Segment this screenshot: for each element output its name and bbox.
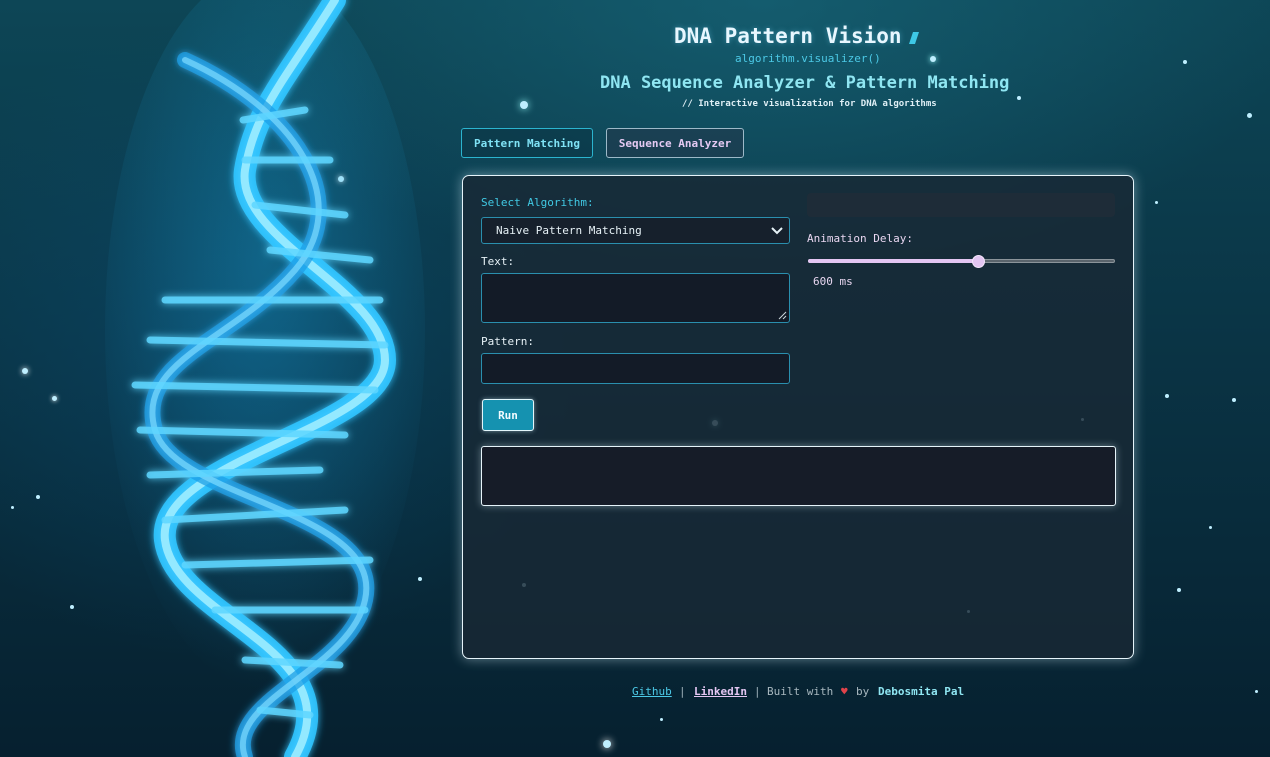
pattern-label: Pattern: xyxy=(481,335,534,348)
status-bar xyxy=(807,193,1115,217)
output-display xyxy=(481,446,1116,506)
animation-delay-label: Animation Delay: xyxy=(807,232,913,245)
slash-mark-icon xyxy=(909,32,919,44)
resize-grip-icon[interactable] xyxy=(778,311,787,320)
built-with-text: Built with xyxy=(767,685,834,698)
tab-pattern-matching[interactable]: Pattern Matching xyxy=(461,128,593,158)
heart-icon: ♥ xyxy=(841,685,848,698)
slider-fill xyxy=(808,259,977,263)
author-name: Debosmita Pal xyxy=(878,685,965,698)
text-label: Text: xyxy=(481,255,515,268)
subtitle-code: algorithm.visualizer() xyxy=(735,52,881,65)
tagline: // Interactive visualization for DNA alg… xyxy=(682,99,937,109)
algorithm-label: Select Algorithm: xyxy=(481,196,594,209)
text-input[interactable] xyxy=(481,273,790,323)
dna-helix-illustration xyxy=(105,0,425,757)
run-button[interactable]: Run xyxy=(482,399,534,431)
animation-delay-value: 600 ms xyxy=(813,275,853,288)
footer: Github | LinkedIn | Built with ♥ by Debo… xyxy=(0,685,1270,701)
slider-thumb[interactable] xyxy=(971,255,985,268)
footer-separator: | xyxy=(754,685,761,698)
main-heading: DNA Sequence Analyzer & Pattern Matching xyxy=(600,73,1010,93)
footer-separator: | xyxy=(679,685,686,698)
tab-sequence-analyzer[interactable]: Sequence Analyzer xyxy=(606,128,744,158)
main-panel: Select Algorithm: Naive Pattern Matching… xyxy=(462,175,1134,659)
chevron-down-icon xyxy=(771,227,783,235)
linkedin-link[interactable]: LinkedIn xyxy=(694,685,747,698)
github-link[interactable]: Github xyxy=(632,685,672,698)
algorithm-select-value: Naive Pattern Matching xyxy=(496,224,642,237)
algorithm-select[interactable]: Naive Pattern Matching xyxy=(481,217,790,244)
pattern-input[interactable] xyxy=(481,353,790,384)
by-text: by xyxy=(856,685,870,698)
animation-delay-slider[interactable] xyxy=(807,253,1116,269)
app-title: DNA Pattern Vision xyxy=(674,24,902,48)
